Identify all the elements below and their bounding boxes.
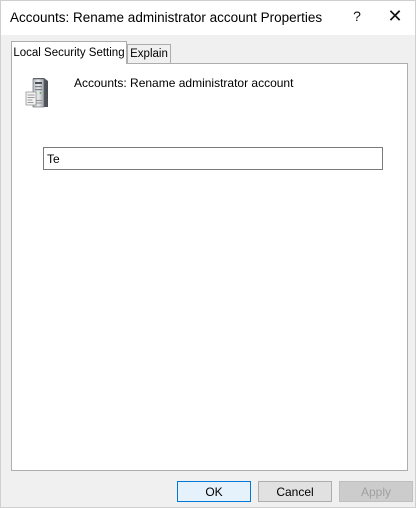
tab-panel: Accounts: Rename administrator account bbox=[11, 63, 408, 471]
account-name-input[interactable] bbox=[43, 147, 383, 170]
close-button[interactable]: ✕ bbox=[377, 1, 413, 31]
tab-local-security-setting[interactable]: Local Security Setting bbox=[11, 41, 127, 64]
window-title: Accounts: Rename administrator account P… bbox=[10, 10, 323, 25]
ok-button[interactable]: OK bbox=[177, 481, 251, 502]
title-bar[interactable]: Accounts: Rename administrator account P… bbox=[1, 1, 415, 35]
help-button[interactable]: ? bbox=[339, 1, 375, 31]
server-policy-icon bbox=[25, 78, 48, 108]
tab-explain[interactable]: Explain bbox=[127, 44, 171, 63]
policy-name: Accounts: Rename administrator account bbox=[74, 76, 294, 90]
apply-button[interactable]: Apply bbox=[339, 481, 413, 502]
properties-dialog: Accounts: Rename administrator account P… bbox=[0, 0, 416, 508]
cancel-button[interactable]: Cancel bbox=[258, 481, 332, 502]
